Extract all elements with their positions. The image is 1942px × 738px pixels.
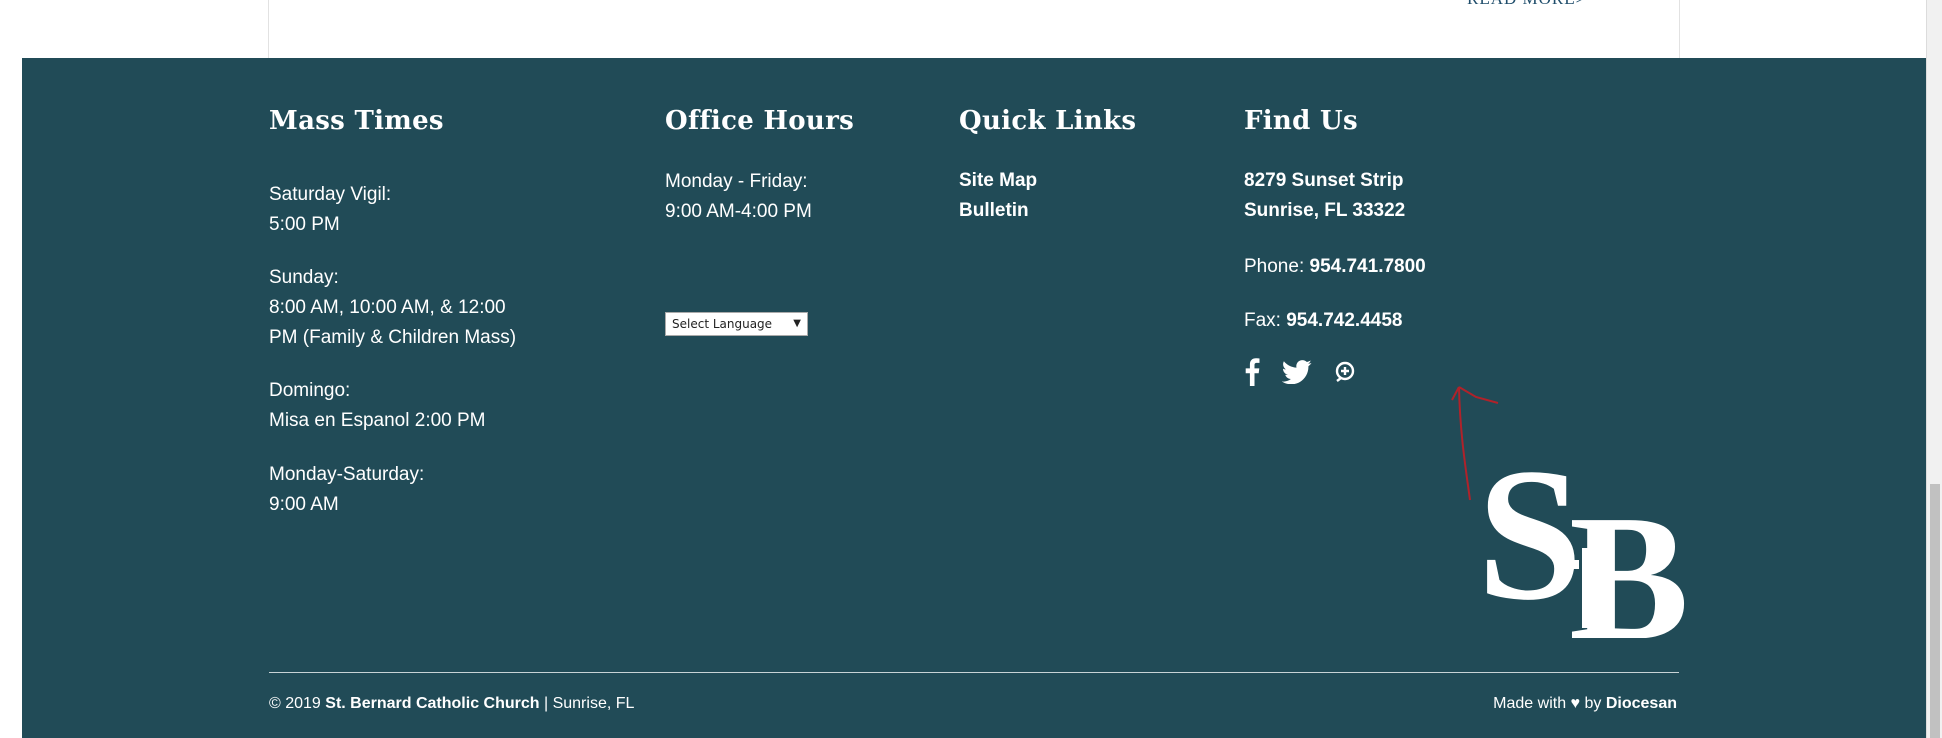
mass-times-domingo: Domingo: Misa en Espanol 2:00 PM [269, 376, 486, 436]
copyright-year: © 2019 [269, 695, 321, 712]
quick-link-bulletin[interactable]: Bulletin [959, 196, 1037, 226]
content-card: READ MORE> [268, 0, 1680, 58]
office-days: Monday - Friday: [665, 171, 808, 192]
page-scrollbar[interactable] [1926, 0, 1942, 738]
sunday-label: Sunday: [269, 267, 339, 288]
office-hours-block: Monday - Friday: 9:00 AM-4:00 PM [665, 167, 812, 227]
footer-divider [269, 672, 1679, 673]
mass-times-saturday: Saturday Vigil: 5:00 PM [269, 180, 391, 240]
mass-times-weekday: Monday-Saturday: 9:00 AM [269, 460, 424, 520]
language-select-value: Select Language [672, 317, 773, 331]
fax-label: Fax: [1244, 310, 1281, 331]
church-name-link[interactable]: St. Bernard Catholic Church [325, 695, 539, 712]
made-with-credit: Made with ♥ by Diocesan [1493, 695, 1677, 713]
site-footer: Mass Times Saturday Vigil: 5:00 PM Sunda… [22, 58, 1926, 738]
office-hours-title: Office Hours [665, 106, 855, 136]
domingo-time: Misa en Espanol 2:00 PM [269, 410, 486, 431]
copyright-location: | Sunrise, FL [543, 695, 635, 712]
quick-links-title: Quick Links [959, 106, 1137, 136]
mass-times-sunday: Sunday: 8:00 AM, 10:00 AM, & 12:00 PM (F… [269, 263, 516, 353]
find-us-title: Find Us [1244, 106, 1358, 136]
twitter-icon[interactable] [1281, 359, 1312, 389]
quick-link-site-map[interactable]: Site Map [959, 166, 1037, 196]
phone-link[interactable]: 954.741.7800 [1310, 256, 1426, 277]
copyright-text: © 2019 St. Bernard Catholic Church | Sun… [269, 695, 634, 713]
read-more-link[interactable]: READ MORE> [1467, 0, 1586, 9]
facebook-icon[interactable] [1244, 357, 1260, 391]
language-select[interactable]: Select Language ▼ [665, 312, 808, 336]
address-line2: Sunrise, FL 33322 [1244, 200, 1406, 221]
office-hours: 9:00 AM-4:00 PM [665, 201, 812, 222]
annotation-arrow-icon [1451, 386, 1499, 501]
quick-links-list: Site Map Bulletin [959, 166, 1037, 226]
fax-row: Fax: 954.742.4458 [1244, 306, 1402, 336]
social-links [1244, 357, 1380, 391]
mass-times-title: Mass Times [269, 106, 444, 136]
made-with-text: Made with [1493, 695, 1567, 712]
diocesan-link[interactable]: Diocesan [1606, 695, 1677, 712]
phone-row: Phone: 954.741.7800 [1244, 252, 1426, 282]
address-line1: 8279 Sunset Strip [1244, 170, 1404, 191]
weekday-time: 9:00 AM [269, 494, 339, 515]
by-text: by [1584, 695, 1602, 712]
find-us-address: 8279 Sunset Strip Sunrise, FL 33322 [1244, 166, 1405, 226]
domingo-label: Domingo: [269, 380, 351, 401]
sunday-line1: 8:00 AM, 10:00 AM, & 12:00 [269, 297, 506, 318]
fax-number: 954.742.4458 [1286, 310, 1403, 331]
dropdown-arrow-icon: ▼ [793, 318, 801, 329]
saturday-time: 5:00 PM [269, 214, 340, 235]
location-icon[interactable] [1334, 360, 1358, 389]
saturday-label: Saturday Vigil: [269, 184, 392, 205]
sunday-line2: PM (Family & Children Mass) [269, 327, 517, 348]
weekday-label: Monday-Saturday: [269, 464, 425, 485]
heart-icon: ♥ [1570, 695, 1581, 712]
phone-label: Phone: [1244, 256, 1305, 277]
scrollbar-thumb[interactable] [1930, 484, 1940, 738]
